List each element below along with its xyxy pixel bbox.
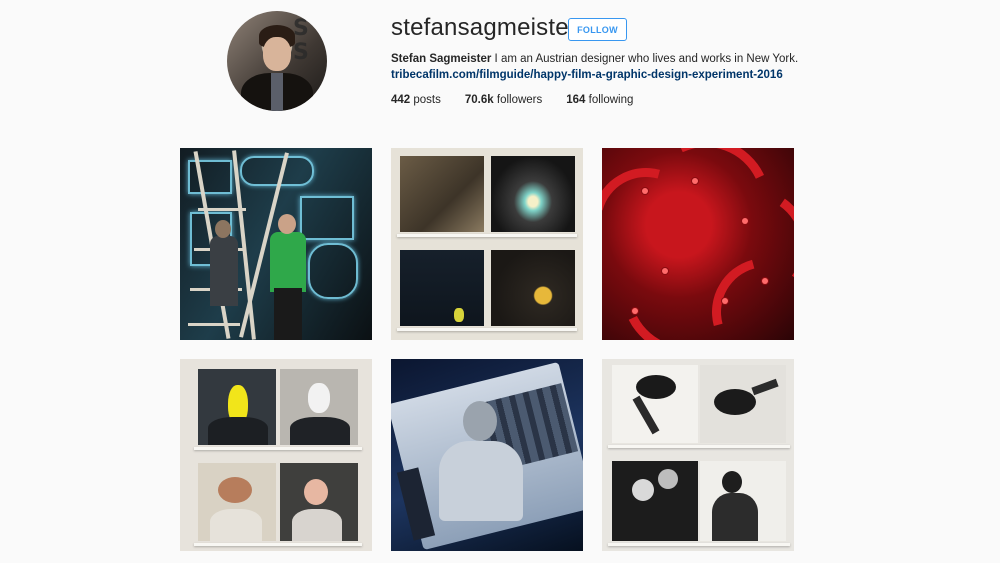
shelf [194, 447, 362, 450]
portrait-body [292, 509, 342, 541]
followers-label: followers [496, 94, 543, 106]
shelf [397, 234, 577, 237]
ladder-rung [188, 323, 240, 326]
avatar-shirt [271, 73, 283, 111]
portrait-face [304, 479, 328, 505]
profile-bio: Stefan Sagmeister I am an Austrian desig… [391, 53, 798, 65]
sucker [632, 308, 638, 314]
neon-letter-shape [308, 243, 358, 299]
photo-card [612, 461, 698, 541]
photo-subject [714, 389, 756, 415]
ladder-rung [198, 208, 246, 211]
photo-subject [712, 493, 758, 541]
person-head [278, 214, 296, 234]
sucker [762, 278, 768, 284]
sucker [662, 268, 668, 274]
photo-grid [180, 148, 794, 552]
post-thumbnail[interactable] [180, 148, 372, 340]
profile-username: stefansagmeister [391, 14, 577, 41]
following-label: following [588, 94, 634, 106]
following-count: 164 [566, 94, 586, 106]
post-thumbnail[interactable] [180, 359, 372, 551]
album-cover [400, 156, 484, 232]
album-cover [454, 308, 464, 322]
portrait-face [308, 383, 330, 413]
neon-letter-shape [188, 160, 232, 194]
portrait-body [208, 417, 268, 445]
profile-bio-text: I am an Austrian designer who lives and … [491, 53, 799, 65]
posts-label: posts [413, 94, 441, 106]
sucker [642, 188, 648, 194]
person-legs [274, 288, 302, 340]
album-cover [400, 250, 484, 326]
post-thumbnail[interactable] [602, 359, 794, 551]
post-thumbnail[interactable] [602, 148, 794, 340]
posts-stat: 442 posts [391, 94, 441, 106]
person-head [215, 220, 231, 238]
portrait-body [290, 417, 350, 445]
sucker [692, 178, 698, 184]
followers-stat[interactable]: 70.6k followers [465, 94, 542, 106]
album-cover [491, 250, 575, 326]
man-head [463, 401, 497, 441]
shelf [608, 445, 790, 448]
portrait-body [210, 509, 262, 541]
profile-full-name: Stefan Sagmeister [391, 53, 492, 65]
profile-website-link[interactable]: tribecafilm.com/filmguide/happy-film-a-g… [391, 69, 783, 81]
shelf [608, 543, 790, 546]
shelf [194, 543, 362, 546]
post-thumbnail[interactable] [391, 148, 583, 340]
post-thumbnail[interactable] [391, 359, 583, 551]
photo-subject [632, 479, 654, 501]
album-cover [491, 156, 575, 232]
avatar-face [263, 37, 291, 71]
photo-subject [658, 469, 678, 489]
followers-count: 70.6k [464, 94, 494, 106]
portrait-face [218, 477, 252, 503]
follow-button[interactable]: FOLLOW [568, 18, 627, 41]
neon-letter-shape [300, 196, 354, 240]
person-green-shirt [270, 232, 306, 292]
profile-avatar[interactable]: SS [227, 11, 327, 111]
photo-subject [636, 375, 676, 399]
following-stat[interactable]: 164 following [566, 94, 633, 106]
profile-stats: 442 posts 70.6k followers 164 following [391, 94, 633, 106]
sucker [722, 298, 728, 304]
sucker [742, 218, 748, 224]
photo-subject [722, 471, 742, 493]
posts-count: 442 [391, 94, 411, 106]
avatar-background-letters: SS [293, 16, 309, 65]
shelf [397, 328, 577, 331]
man-shirt [439, 441, 523, 521]
person-left [210, 236, 238, 306]
